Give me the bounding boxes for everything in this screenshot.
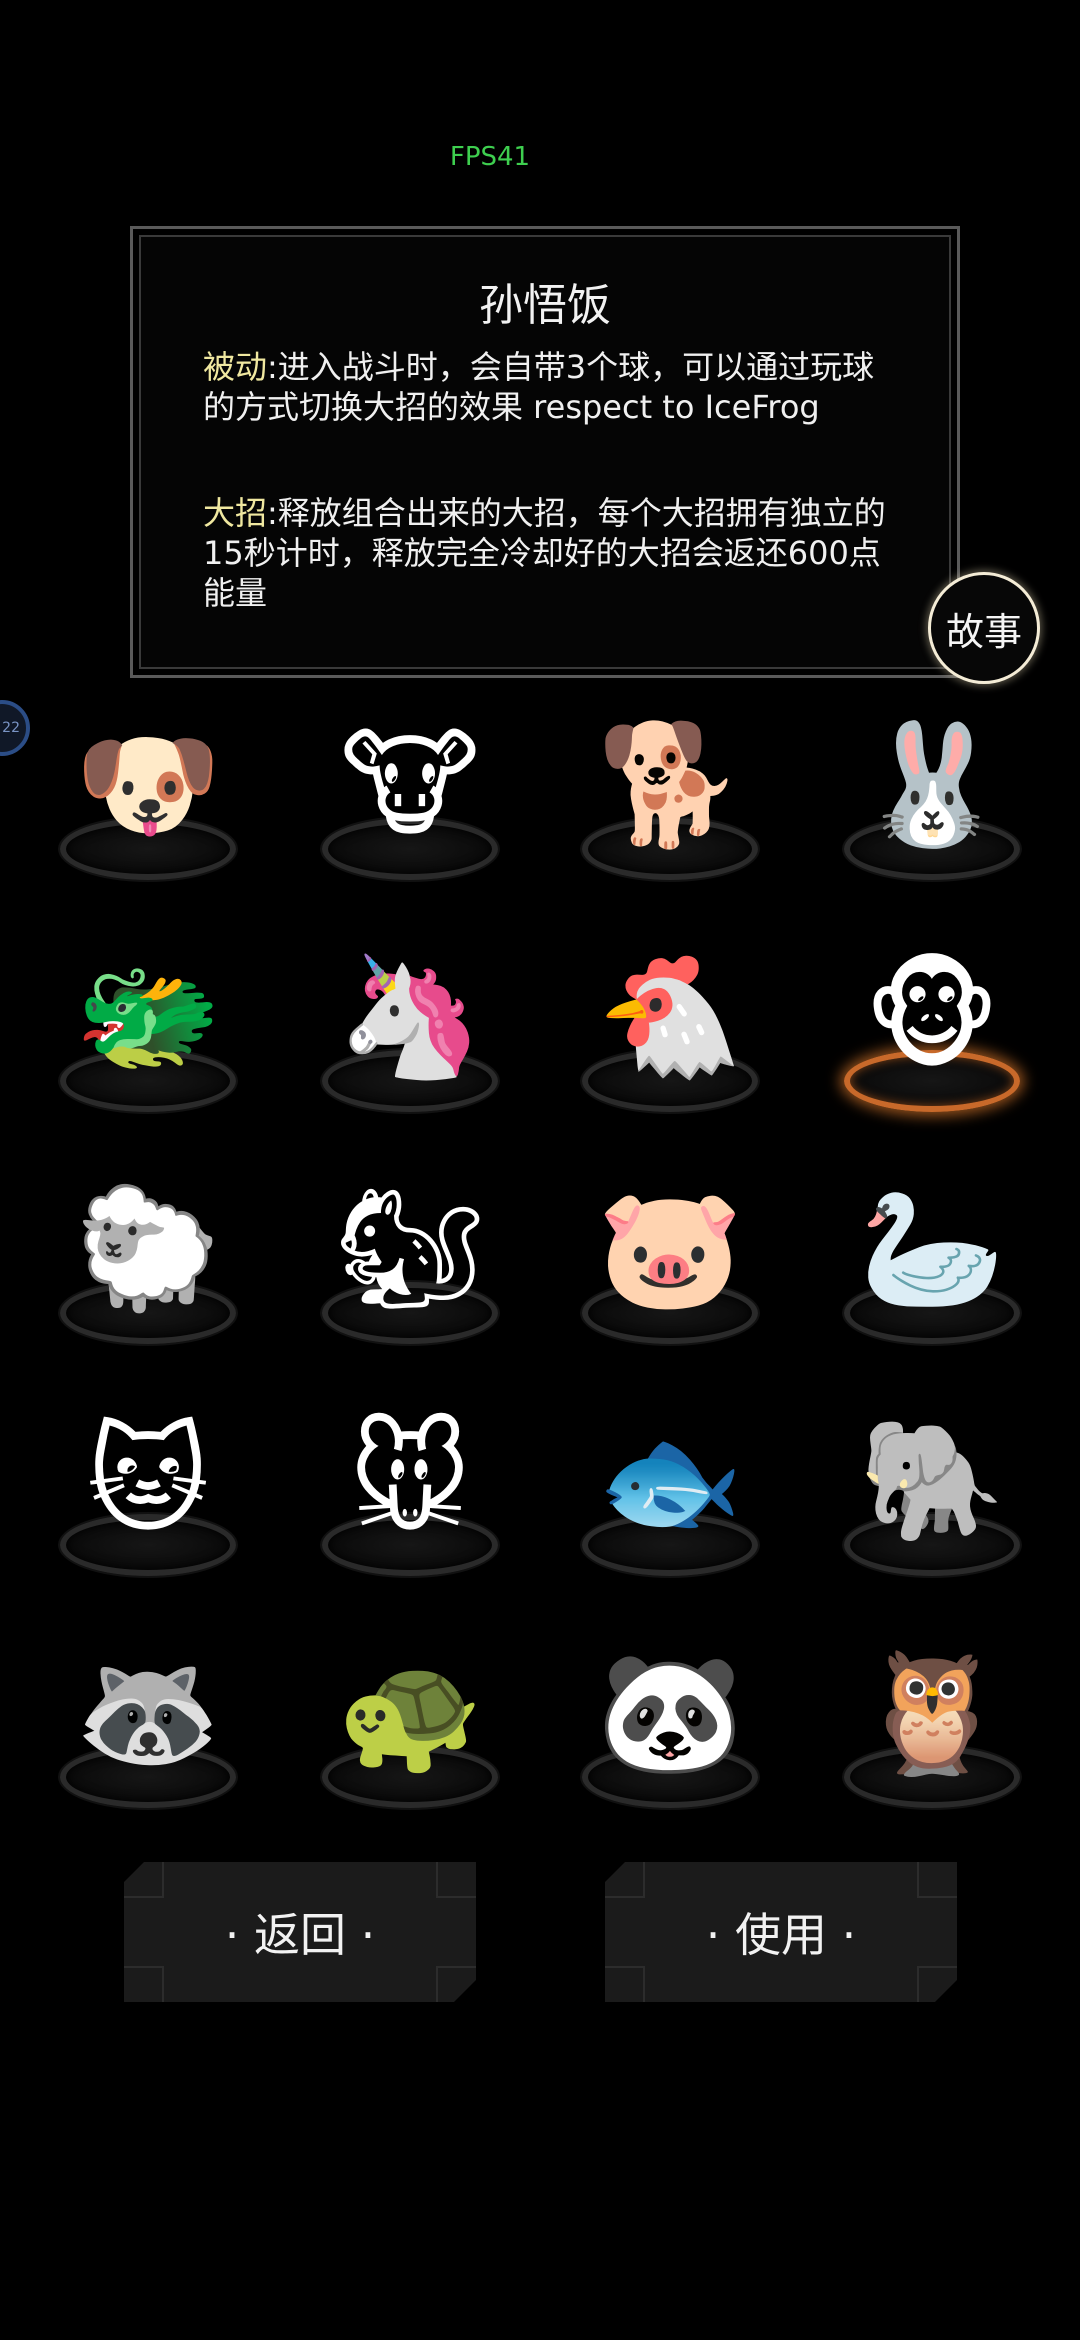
sheep-icon: 🐑 <box>74 1179 222 1317</box>
cow-icon: 🐮 <box>340 715 480 853</box>
pet-slot[interactable]: 🐕 <box>560 700 780 900</box>
dragon-icon: 🐲 <box>74 947 222 1085</box>
mouse-icon: 🐭 <box>348 1411 472 1549</box>
passive-skill-text: :进入战斗时，会自带3个球，可以通过玩球的方式切换大招的效果 respect t… <box>203 348 875 426</box>
puppy-icon: 🐶 <box>74 715 222 853</box>
button-corner <box>605 1966 645 2002</box>
pet-slot[interactable]: 🐔 <box>560 932 780 1132</box>
back-button[interactable]: · 返回 · <box>124 1862 476 2002</box>
squirrel-icon: 🐿 <box>335 1179 485 1317</box>
use-button[interactable]: · 使用 · <box>605 1862 957 2002</box>
button-corner <box>124 1862 164 1898</box>
pet-slot[interactable]: 🐱 <box>38 1396 258 1596</box>
rabbit-icon: 🐰 <box>858 715 1006 853</box>
turtle-icon: 🐢 <box>336 1643 484 1781</box>
rooster-icon: 🐔 <box>596 947 744 1085</box>
pet-slot[interactable]: 🐰 <box>822 700 1042 900</box>
button-corner <box>436 1862 476 1898</box>
owl-icon: 🦉 <box>858 1643 1006 1781</box>
horse-icon: 🦄 <box>336 947 484 1085</box>
raccoon-icon: 🦝 <box>74 1643 222 1781</box>
pet-slot[interactable]: 🐮 <box>300 700 520 900</box>
pet-slot[interactable]: 🐭 <box>300 1396 520 1596</box>
ultimate-skill-description: 大招:释放组合出来的大招，每个大招拥有独立的15秒计时，释放完全冷却好的大招会返… <box>203 493 903 613</box>
goose-icon: 🦢 <box>858 1179 1006 1317</box>
ultimate-skill-label: 大招 <box>203 494 268 532</box>
pet-slot[interactable]: 🐷 <box>560 1164 780 1364</box>
pet-slot[interactable]: 🐢 <box>300 1628 520 1828</box>
pet-selection-grid: 🐶 🐮 🐕 🐰 🐲 🦄 🐔 🐵 🐑 🐿 🐷 🦢 🐱 🐭 🐟 🐘 🦝 🐢 🐼 🦉 <box>38 700 1078 1840</box>
story-button[interactable]: 故事 <box>928 572 1040 684</box>
pet-slot[interactable]: 🐿 <box>300 1164 520 1364</box>
pet-slot[interactable]: 🐶 <box>38 700 258 900</box>
elephant-icon: 🐘 <box>858 1411 1006 1549</box>
back-button-label: · 返回 · <box>224 1908 376 1962</box>
pet-slot[interactable]: 🦄 <box>300 932 520 1132</box>
use-button-label: · 使用 · <box>705 1908 857 1962</box>
fish-icon: 🐟 <box>596 1411 744 1549</box>
button-corner <box>124 1966 164 2002</box>
pet-slot[interactable]: 🐟 <box>560 1396 780 1596</box>
pet-slot[interactable]: 🦉 <box>822 1628 1042 1828</box>
pet-slot[interactable]: 🐵 <box>822 932 1042 1132</box>
fps-counter: FPS41 <box>449 142 531 172</box>
spotted-puppy-icon: 🐕 <box>596 715 744 853</box>
pet-slot[interactable]: 🐼 <box>560 1628 780 1828</box>
floating-assist-badge[interactable]: 22 <box>0 700 30 756</box>
ultimate-skill-text: :释放组合出来的大招，每个大招拥有独立的15秒计时，释放完全冷却好的大招会返还6… <box>203 494 886 612</box>
panda-icon: 🐼 <box>596 1643 744 1781</box>
pet-slot[interactable]: 🐲 <box>38 932 258 1132</box>
pig-icon: 🐷 <box>596 1179 744 1317</box>
button-corner <box>917 1862 957 1898</box>
cat-icon: 🐱 <box>86 1411 210 1549</box>
character-info-panel: 孙悟饭 被动:进入战斗时，会自带3个球，可以通过玩球的方式切换大招的效果 res… <box>130 226 960 678</box>
monkey-icon: 🐵 <box>863 947 1001 1085</box>
pet-slot[interactable]: 🦢 <box>822 1164 1042 1364</box>
pet-slot[interactable]: 🐑 <box>38 1164 258 1364</box>
button-corner <box>436 1966 476 2002</box>
passive-skill-label: 被动 <box>203 348 268 386</box>
button-corner <box>917 1966 957 2002</box>
button-corner <box>605 1862 645 1898</box>
pet-slot[interactable]: 🦝 <box>38 1628 258 1828</box>
pet-slot[interactable]: 🐘 <box>822 1396 1042 1596</box>
passive-skill-description: 被动:进入战斗时，会自带3个球，可以通过玩球的方式切换大招的效果 respect… <box>203 347 903 427</box>
character-name: 孙悟饭 <box>479 280 611 331</box>
